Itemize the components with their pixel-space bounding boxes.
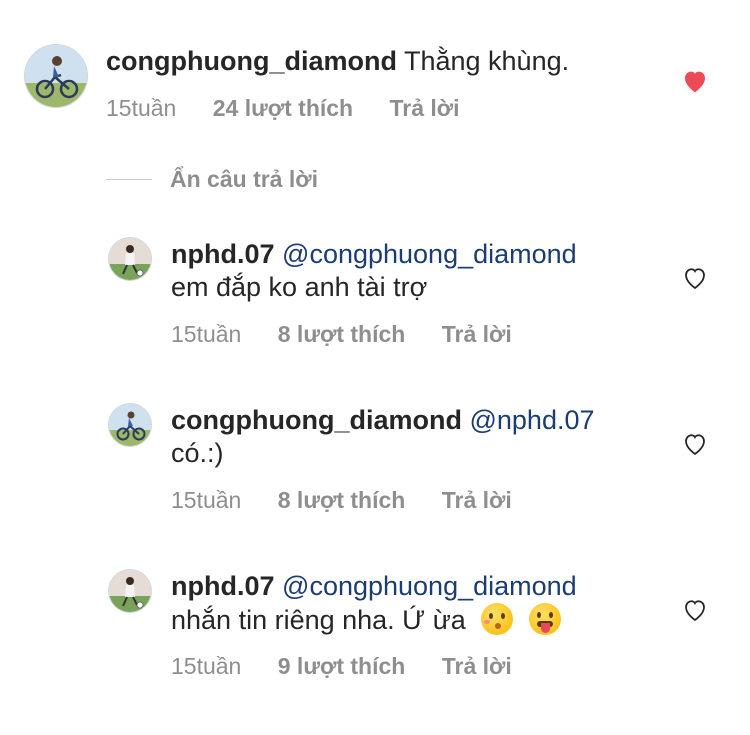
reply-time: 15tuần — [171, 321, 242, 347]
reply-mention[interactable]: @congphuong_diamond — [282, 239, 577, 269]
reply-text: em đắp ko anh tài trợ — [171, 272, 428, 302]
reply-item: nphd.07 @congphuong_diamond nhắn tin riê… — [0, 557, 750, 697]
face-with-tongue-emoji-icon — [528, 603, 561, 635]
avatar[interactable] — [108, 569, 152, 613]
kissing-face-emoji-icon — [481, 603, 514, 635]
comment-body: congphuong_diamond Thằng khùng. — [106, 45, 626, 78]
comment-meta: 15tuần 24 lượt thích Trả lời — [106, 95, 490, 122]
reply-body: congphuong_diamond @nphd.07 có.:) — [171, 404, 691, 470]
comment-username[interactable]: congphuong_diamond — [106, 46, 397, 76]
divider-line — [106, 179, 152, 180]
reply-likes[interactable]: 9 lượt thích — [278, 653, 406, 679]
reply-mention[interactable]: @nphd.07 — [469, 405, 594, 435]
reply-time: 15tuần — [171, 487, 242, 513]
reply-mention[interactable]: @congphuong_diamond — [282, 571, 577, 601]
reply-button[interactable]: Trả lời — [442, 487, 512, 513]
comment-time: 15tuần — [106, 95, 177, 121]
reply-meta: 15tuần 9 lượt thích Trả lời — [171, 653, 542, 680]
reply-item: nphd.07 @congphuong_diamond em đắp ko an… — [0, 225, 750, 365]
hide-replies-label: Ẩn câu trả lời — [170, 166, 318, 192]
reply-username[interactable]: congphuong_diamond — [171, 405, 462, 435]
avatar[interactable] — [108, 237, 152, 281]
football-player-avatar-image — [109, 238, 151, 280]
comment-likes[interactable]: 24 lượt thích — [213, 95, 353, 121]
cyclist-avatar-image — [25, 45, 87, 107]
reply-body: nphd.07 @congphuong_diamond nhắn tin riê… — [171, 570, 691, 637]
reply-meta: 15tuần 8 lượt thích Trả lời — [171, 487, 542, 514]
heart-filled-icon[interactable] — [680, 66, 710, 96]
reply-username[interactable]: nphd.07 — [171, 239, 275, 269]
comment-text: Thằng khùng. — [403, 46, 570, 76]
reply-button[interactable]: Trả lời — [442, 653, 512, 679]
avatar[interactable] — [108, 403, 152, 447]
reply-button[interactable]: Trả lời — [390, 95, 460, 121]
reply-time: 15tuần — [171, 653, 242, 679]
cyclist-avatar-image — [109, 404, 151, 446]
avatar[interactable] — [24, 44, 88, 108]
football-player-avatar-image — [109, 570, 151, 612]
reply-username[interactable]: nphd.07 — [171, 571, 275, 601]
reply-text: có.:) — [171, 438, 224, 468]
reply-likes[interactable]: 8 lượt thích — [278, 321, 406, 347]
heart-outline-icon[interactable] — [680, 595, 710, 625]
heart-outline-icon[interactable] — [680, 429, 710, 459]
reply-likes[interactable]: 8 lượt thích — [278, 487, 406, 513]
comment-item: congphuong_diamond Thằng khùng. 15tuần 2… — [0, 0, 750, 150]
reply-meta: 15tuần 8 lượt thích Trả lời — [171, 321, 542, 348]
hide-replies-button[interactable]: Ẩn câu trả lời — [106, 166, 318, 193]
reply-button[interactable]: Trả lời — [442, 321, 512, 347]
reply-body: nphd.07 @congphuong_diamond em đắp ko an… — [171, 238, 691, 304]
heart-outline-icon[interactable] — [680, 263, 710, 293]
reply-item: congphuong_diamond @nphd.07 có.:) 15tuần… — [0, 391, 750, 531]
reply-text: nhắn tin riêng nha. Ứ ừa — [171, 605, 466, 635]
